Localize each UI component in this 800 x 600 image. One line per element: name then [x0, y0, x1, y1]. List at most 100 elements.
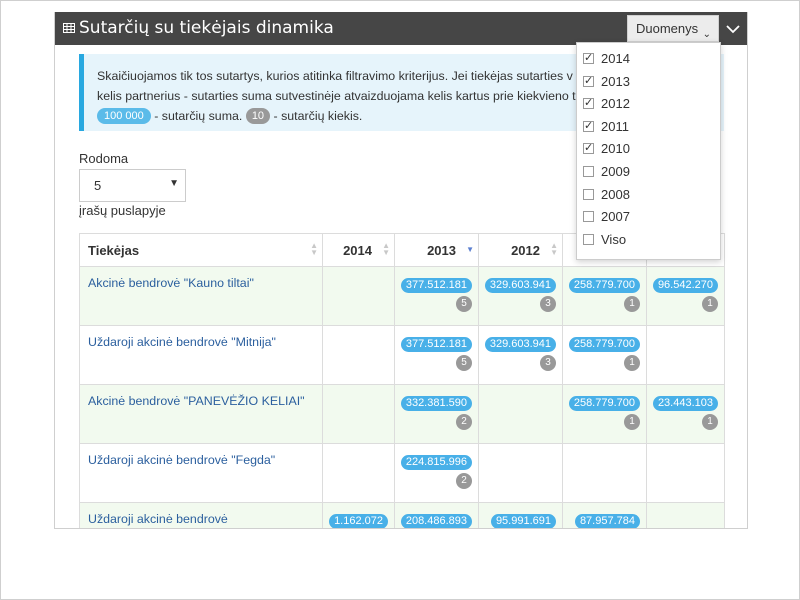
- supplier-cell: Uždaroji akcinė bendrovė "Mitnija": [79, 325, 323, 385]
- supplier-table: Tiekėjas ▲ ▼ 2014 ▲ ▼ 2013 ▼ 2012 ▲ ▼ Ak…: [79, 233, 725, 528]
- year-cell: 95.991.6911: [478, 502, 563, 528]
- year-filter-label: 2008: [601, 186, 630, 202]
- supplier-cell: Akcinė bendrovė "PANEVĖŽIO KELIAI": [79, 384, 323, 444]
- contract-sum-badge[interactable]: 208.486.893: [400, 514, 472, 528]
- year-cell: 208.486.8932: [394, 502, 479, 528]
- supplier-link[interactable]: Akcinė bendrovė "PANEVĖŽIO KELIAI": [88, 394, 305, 408]
- collapse-chevron-icon[interactable]: [721, 15, 745, 42]
- contract-sum-badge[interactable]: 96.542.270: [652, 278, 718, 293]
- supplier-cell: Uždaroji akcinė bendrovė "Fegda": [79, 443, 323, 503]
- supplier-link[interactable]: Uždaroji akcinė bendrovė "HIDROSTATYBA": [88, 512, 228, 528]
- table-row: Akcinė bendrovė "PANEVĖŽIO KELIAI" 332.38…: [79, 384, 725, 444]
- checkbox-checked-icon[interactable]: ✓: [583, 53, 594, 64]
- year-cell: [478, 384, 563, 444]
- contract-stat: 377.512.181 5: [400, 336, 472, 371]
- contract-stat: 377.512.181 5: [400, 277, 472, 312]
- checkbox-checked-icon[interactable]: ✓: [583, 143, 594, 155]
- contract-sum-badge[interactable]: 332.381.590: [400, 396, 472, 411]
- checkbox-empty-icon[interactable]: [583, 188, 594, 200]
- contract-sum-badge[interactable]: 258.779.700: [568, 396, 640, 411]
- page-size-label: Rodoma: [79, 151, 129, 166]
- contract-count-badge: 1: [624, 414, 640, 430]
- supplier-link[interactable]: Uždaroji akcinė bendrovė "Mitnija": [88, 335, 276, 349]
- contract-stat: 95.991.6911: [490, 513, 556, 528]
- year-cell: 377.512.181 5: [394, 325, 479, 385]
- data-dropdown-label: Duomenys: [636, 21, 699, 36]
- page-size-value: 5: [94, 178, 102, 193]
- contract-count-badge: 2: [456, 414, 472, 430]
- year-cell: [322, 443, 395, 503]
- contract-sum-badge[interactable]: 258.779.700: [568, 337, 640, 352]
- checkbox-checked-icon[interactable]: ✓: [583, 120, 594, 132]
- data-dropdown-button[interactable]: Duomenys ⌄: [627, 15, 719, 42]
- contract-count-badge: 3: [540, 355, 556, 371]
- year-cell: 258.779.700 1: [562, 384, 647, 444]
- table-row: Akcinė bendrovė "Kauno tiltai" 377.512.18…: [79, 266, 725, 326]
- column-header-2014[interactable]: 2014 ▲ ▼: [322, 233, 395, 267]
- panel-title: Sutarčių su tiekėjais dinamika: [79, 18, 334, 38]
- year-cell: 329.603.941 3: [478, 325, 563, 385]
- sort-icon: ▲ ▼: [550, 241, 558, 257]
- year-cell: 87.957.7844: [562, 502, 647, 528]
- panel-header: Sutarčių su tiekėjais dinamika Duomenys …: [55, 12, 747, 45]
- contract-stat: 23.443.103 1: [652, 395, 718, 430]
- contract-sum-badge[interactable]: 1.162.072: [329, 514, 388, 528]
- supplier-cell: Uždaroji akcinė bendrovė "HIDROSTATYBA": [79, 502, 323, 528]
- year-cell: 96.542.270 1: [646, 266, 725, 326]
- legend-sum-text: - sutarčių suma.: [154, 109, 243, 123]
- year-cell: 1.162.0722: [322, 502, 395, 528]
- supplier-link[interactable]: Uždaroji akcinė bendrovė "Fegda": [88, 453, 275, 467]
- checkbox-empty-icon[interactable]: [583, 166, 594, 177]
- checkbox-checked-icon[interactable]: ✓: [583, 75, 594, 87]
- contract-sum-badge[interactable]: 87.957.784: [574, 514, 640, 528]
- year-cell: 258.779.700 1: [562, 266, 647, 326]
- page-size-select[interactable]: 5 ▼: [79, 169, 186, 202]
- supplier-link[interactable]: Akcinė bendrovė "Kauno tiltai": [88, 276, 254, 290]
- contract-sum-badge[interactable]: 377.512.181: [400, 337, 472, 352]
- table-row: Uždaroji akcinė bendrovė "HIDROSTATYBA" 1…: [79, 502, 725, 528]
- year-cell: 258.779.700 1: [562, 325, 647, 385]
- legend-sum-badge: 100 000: [97, 108, 151, 124]
- legend-count-text: - sutarčių kiekis.: [273, 109, 363, 123]
- year-cell: [562, 443, 647, 503]
- contract-sum-badge[interactable]: 329.603.941: [484, 337, 556, 352]
- contract-stat: 329.603.941 3: [484, 277, 556, 312]
- contract-sum-badge[interactable]: 258.779.700: [568, 278, 640, 293]
- year-filter-label: Viso: [601, 231, 627, 247]
- contract-stat: 87.957.7844: [574, 513, 640, 528]
- year-cell: [646, 443, 725, 503]
- contract-stat: 224.815.996 2: [400, 454, 472, 489]
- column-header-label: 2012: [511, 242, 540, 258]
- year-filter-label: 2012: [601, 96, 630, 112]
- caret-down-icon: ▼: [169, 178, 179, 189]
- contract-count-badge: 5: [456, 296, 472, 312]
- contract-stat: 208.486.8932: [400, 513, 472, 528]
- contract-sum-badge[interactable]: 224.815.996: [400, 455, 472, 470]
- contract-stat: 1.162.0722: [329, 513, 388, 528]
- contract-sum-badge[interactable]: 95.991.691: [490, 514, 556, 528]
- contract-count-badge: 1: [702, 296, 718, 312]
- contract-sum-badge[interactable]: 377.512.181: [400, 278, 472, 293]
- contract-sum-badge[interactable]: 23.443.103: [652, 396, 718, 411]
- year-filter-menu: ✓ 2014 ✓ 2013 ✓ 2012 ✓ 2011 ✓ 2010 2009 2008 2007 Vis…: [576, 42, 721, 260]
- year-cell: 377.512.181 5: [394, 266, 479, 326]
- sort-icon: ▲ ▼: [310, 241, 318, 257]
- checkbox-checked-icon[interactable]: ✓: [583, 98, 594, 110]
- year-cell: 23.443.103 1: [646, 384, 725, 444]
- checkbox-empty-icon[interactable]: [583, 211, 594, 223]
- contract-count-badge: 3: [540, 296, 556, 312]
- contract-count-badge: 5: [456, 355, 472, 371]
- contract-count-badge: 1: [624, 355, 640, 371]
- column-header-2013[interactable]: 2013 ▼: [394, 233, 479, 267]
- column-header-label: 2013: [427, 242, 456, 258]
- contract-stat: 258.779.700 1: [568, 277, 640, 312]
- year-filter-label: 2014: [601, 51, 630, 66]
- supplier-cell: Akcinė bendrovė "Kauno tiltai": [79, 266, 323, 326]
- contract-stat: 329.603.941 3: [484, 336, 556, 371]
- contract-sum-badge[interactable]: 329.603.941: [484, 278, 556, 293]
- column-header-2012[interactable]: 2012 ▲ ▼: [478, 233, 563, 267]
- checkbox-empty-icon[interactable]: [583, 233, 594, 245]
- year-filter-label: 2010: [601, 141, 630, 157]
- column-header-supplier[interactable]: Tiekėjas ▲ ▼: [79, 233, 323, 267]
- sort-icon: ▲ ▼: [382, 241, 390, 257]
